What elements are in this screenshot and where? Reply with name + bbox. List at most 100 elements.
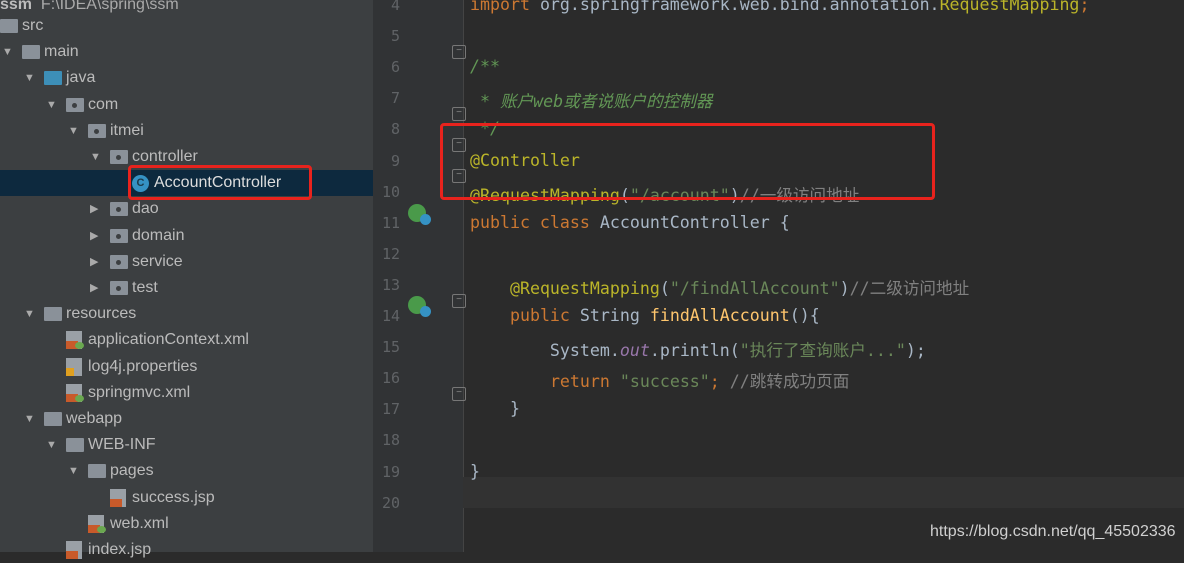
spring-bean-gutter-icon[interactable]	[408, 296, 431, 317]
code-line: public String findAllAccount(){	[470, 306, 820, 325]
package-icon	[110, 281, 128, 295]
code-line: * 账户web或者说账户的控制器	[470, 88, 713, 112]
tree-item[interactable]: applicationContext.xml	[0, 327, 373, 353]
folder-icon	[22, 45, 40, 60]
package-icon	[66, 97, 84, 112]
tree-item[interactable]: web.xml	[0, 511, 373, 537]
project-tree: ssm F:\IDEA\spring\ssm src ▼ main ▼ java ▼ com…	[0, 0, 373, 559]
line-number: 19	[381, 462, 400, 481]
line-number: 18	[381, 431, 400, 450]
package-icon	[88, 123, 106, 138]
properties-file-icon	[66, 357, 82, 376]
tree-item[interactable]: src	[0, 13, 373, 39]
chevron-right-icon[interactable]: ▶	[90, 249, 98, 275]
tree-item[interactable]: ▼ itmei	[0, 118, 373, 144]
line-number: 7	[390, 89, 400, 108]
code-token-keyword: ;	[1079, 0, 1090, 14]
fold-close-icon[interactable]: −	[452, 107, 466, 121]
fold-close-icon[interactable]: −	[452, 387, 466, 401]
code-line: }	[470, 462, 480, 481]
tree-item-label: applicationContext.xml	[88, 331, 249, 349]
tree-item[interactable]: ▼ webapp	[0, 406, 373, 432]
chevron-down-icon[interactable]: ▼	[24, 301, 35, 327]
chevron-down-icon[interactable]: ▼	[90, 144, 101, 170]
tree-item-label: service	[132, 252, 183, 270]
chevron-down-icon[interactable]: ▼	[24, 406, 35, 432]
current-line-highlight	[463, 477, 1184, 508]
code-token-doc: /**	[470, 57, 500, 77]
folder-icon	[66, 438, 84, 453]
tree-item[interactable]: ▼ main	[0, 39, 373, 65]
line-number: 12	[381, 244, 400, 263]
tree-item-label: success.jsp	[132, 488, 215, 506]
tree-item-label: test	[132, 279, 158, 296]
line-number: 9	[390, 151, 400, 170]
line-number: 14	[381, 307, 400, 325]
chevron-down-icon[interactable]: ▼	[68, 118, 79, 144]
line-number: 15	[381, 338, 400, 357]
tree-item[interactable]: success.jsp	[0, 485, 373, 511]
code-token-keyword: public class	[470, 212, 600, 232]
watermark: https://blog.csdn.net/qq_45502336	[930, 523, 1176, 540]
xml-file-icon	[88, 514, 106, 533]
chevron-down-icon[interactable]: ▼	[68, 458, 79, 484]
code-token-text: }	[470, 399, 520, 419]
code-token-keyword: public	[509, 306, 580, 325]
tree-item-label: springmvc.xml	[88, 383, 191, 401]
tree-item-label: itmei	[110, 121, 144, 139]
code-token-comment: //跳转成功页面	[729, 372, 850, 392]
tree-item-label: domain	[132, 226, 185, 244]
tree-item[interactable]: ▼ com	[0, 92, 373, 118]
code-token-field: out	[619, 341, 650, 361]
code-token-string: "success"	[619, 372, 710, 392]
tree-item-label: webapp	[66, 410, 123, 427]
project-header: ssm F:\IDEA\spring\ssm	[0, 0, 179, 13]
xml-file-icon	[66, 331, 84, 350]
tree-item[interactable]: log4j.properties	[0, 354, 373, 380]
code-token-text: (	[659, 278, 670, 298]
chevron-down-icon[interactable]: ▼	[46, 432, 57, 458]
fold-open-icon[interactable]: −	[452, 45, 466, 59]
code-token-text: .println(	[649, 341, 740, 361]
code-token-text: (){	[789, 306, 820, 325]
tree-item-label: java	[66, 69, 96, 87]
spring-bean-gutter-icon[interactable]	[408, 204, 431, 225]
chevron-right-icon[interactable]: ▶	[90, 275, 98, 301]
code-line: System.out.println("执行了查询账户...");	[470, 337, 926, 361]
tree-item[interactable]: index.jsp	[0, 537, 373, 563]
code-token-text: System.	[470, 341, 620, 361]
tree-item[interactable]: ▶ service	[0, 249, 373, 275]
tree-item-label: web.xml	[110, 514, 169, 532]
folder-icon	[44, 307, 62, 322]
chevron-right-icon[interactable]: ▶	[90, 223, 98, 249]
fold-open-icon[interactable]: −	[452, 294, 466, 308]
code-line: /**	[470, 57, 500, 76]
chevron-down-icon[interactable]: ▼	[24, 65, 35, 91]
tree-item[interactable]: ▼ java	[0, 65, 373, 91]
tree-item[interactable]: ▶ test	[0, 275, 373, 301]
jsp-file-icon	[66, 541, 82, 559]
code-line: }	[470, 399, 520, 418]
chevron-down-icon[interactable]: ▼	[46, 92, 57, 118]
tree-item[interactable]: springmvc.xml	[0, 380, 373, 406]
code-token-text: String	[579, 306, 650, 325]
tree-item-label: main	[44, 43, 79, 61]
tree-item[interactable]: ▼ resources	[0, 301, 373, 327]
code-line: @RequestMapping("/findAllAccount")//二级访问…	[470, 275, 969, 299]
line-number: 6	[390, 58, 400, 77]
line-number: 5	[390, 27, 400, 46]
tree-item[interactable]: ▶ dao	[0, 196, 373, 222]
tree-item[interactable]: ▼ WEB-INF	[0, 432, 373, 458]
line-number: 4	[390, 0, 400, 14]
tree-item[interactable]: ▼ pages	[0, 458, 373, 484]
tree-item-label: log4j.properties	[88, 357, 198, 375]
code-token-method: findAllAccount	[649, 306, 790, 325]
chevron-down-icon[interactable]: ▼	[2, 39, 13, 65]
chevron-right-icon[interactable]: ▶	[90, 196, 98, 222]
folder-icon	[44, 71, 62, 86]
tree-item[interactable]: ▶ domain	[0, 223, 373, 249]
tree-item-label: com	[88, 95, 119, 113]
